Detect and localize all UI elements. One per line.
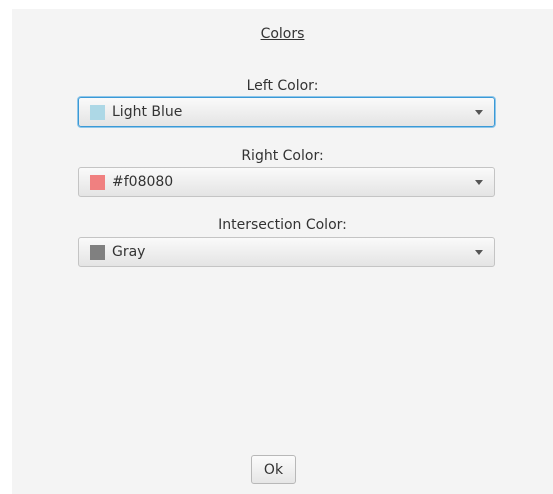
left-color-combobox[interactable]: Light Blue [78,97,495,127]
right-color-value: #f08080 [112,174,174,190]
intersection-color-swatch [90,244,105,260]
intersection-color-value: Gray [112,244,146,260]
chevron-down-icon[interactable] [475,179,483,185]
left-color-swatch [90,104,105,120]
chevron-down-icon[interactable] [475,109,483,115]
intersection-color-combobox[interactable]: Gray [78,237,495,267]
dialog-title: Colors [260,26,305,42]
right-color-swatch [90,174,105,190]
intersection-color-label: Intersection Color: [218,217,347,233]
right-color-label: Right Color: [241,148,324,164]
left-color-label: Left Color: [246,78,319,94]
chevron-down-icon[interactable] [475,249,483,255]
ok-button[interactable]: Ok [251,455,296,484]
left-color-value: Light Blue [112,104,183,120]
dialog-panel: Colors Left Color: Light Blue Right Colo… [12,9,553,494]
right-color-combobox[interactable]: #f08080 [78,167,495,197]
